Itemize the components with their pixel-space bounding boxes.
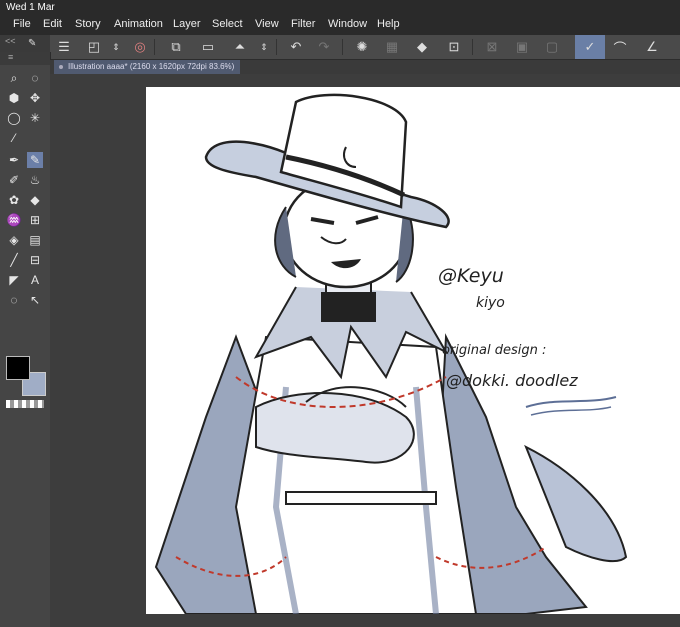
grid-icon[interactable]: ▦ [382,37,402,57]
transparent-color-swatch[interactable] [6,400,44,408]
stepper-icon[interactable]: ⇕ [106,37,126,57]
document-tab[interactable]: Illustration aaaa* (2160 x 1620px 72dpi … [54,60,241,74]
move-icon[interactable]: ✥ [27,90,43,106]
airbrush-icon[interactable]: ♨ [27,172,43,188]
document-tab-bar: Illustration aaaa* (2160 x 1620px 72dpi … [50,60,680,74]
mesh-icon[interactable]: ⊞ [27,212,43,228]
canvas-credit-label: original design : [442,343,547,358]
document-tab-label: Illustration aaaa* (2160 x 1620px 72dpi … [68,62,235,71]
brush-icon[interactable]: ⌒ [610,37,630,57]
bucket-icon[interactable]: ◆ [412,37,432,57]
stepper-icon[interactable]: ⇕ [254,37,274,57]
sparkle-icon[interactable]: ✺ [352,37,372,57]
object-icon[interactable]: ⬢ [6,90,22,106]
redo-icon[interactable]: ↷ [314,37,334,57]
copy-icon[interactable]: ⧉ [166,37,186,57]
eraser-icon[interactable]: ◆ [27,192,43,208]
character-illustration [154,93,628,614]
ruler-box-icon[interactable]: ▣ [512,37,532,57]
spiral-icon[interactable]: ◎ [130,37,150,57]
status-bar: Wed 1 Mar [0,0,680,15]
blend-icon[interactable]: ♒ [6,212,22,228]
pen-icon[interactable]: ✎ [28,38,36,49]
brush-tool-icon[interactable]: ✐ [6,172,22,188]
menu-view[interactable]: View [255,18,279,30]
zoom-icon[interactable]: ⌕ [6,70,22,86]
folder-icon[interactable]: ▭ [198,37,218,57]
command-bar: ☰ ◰ ⇕ ◎ ⧉ ▭ ⏶ ⇕ ↶ ↷ ✺ ▦ ◆ ⊡ ⊠ ▣ ▢ ✓ ⌒ ∠ [50,35,680,60]
pencil-tool-icon[interactable]: ✎ [27,152,43,168]
lasso-icon[interactable]: ◯ [6,110,22,126]
tool-panel: ≡ ⌕ ◌ ⬢ ✥ ◯ ✳ ⁄ ✒ ✎ ✐ ♨ ✿ ◆ ♒ ⊞ ◈ ▤ ╱ ⊟ … [0,52,51,627]
main-color-swatch[interactable] [6,356,30,380]
eyedropper-icon[interactable]: ⁄ [6,130,22,146]
pen-check-icon[interactable]: ✓ [575,35,605,59]
frame-icon[interactable]: ▢ [542,37,562,57]
balloon-icon[interactable]: ◌ [6,292,22,308]
undo-icon[interactable]: ↶ [286,37,306,57]
hamburger-icon[interactable]: ≡ [8,52,13,62]
tool-panel-header: << ✎ [0,35,50,52]
transform-icon[interactable]: ⊡ [444,37,464,57]
menu-layer[interactable]: Layer [173,18,201,30]
pen-tool-icon[interactable]: ✒ [6,152,22,168]
menu-help[interactable]: Help [377,18,400,30]
frame-tool-icon[interactable]: ⊟ [27,252,43,268]
text-tool-icon[interactable]: A [27,272,43,288]
close-tab-icon[interactable] [59,65,63,69]
correct-line-icon[interactable]: ↖ [27,292,43,308]
line-tool-icon[interactable]: ╱ [6,252,22,268]
canvas-area[interactable]: @Keyu kiyo original design : @dokki. doo… [50,74,680,627]
ruler-tool-icon[interactable]: ◤ [6,272,22,288]
status-datetime: Wed 1 Mar [6,2,55,13]
menu-icon[interactable]: ☰ [54,37,74,57]
decoration-icon[interactable]: ✿ [6,192,22,208]
menu-edit[interactable]: Edit [43,18,62,30]
fill-tool-icon[interactable]: ◈ [6,232,22,248]
collapse-panel-button[interactable]: << [5,36,16,46]
canvas-paper[interactable]: @Keyu kiyo original design : @dokki. doo… [146,87,680,614]
pen-flat-icon[interactable]: ∠ [642,37,662,57]
menu-story[interactable]: Story [75,18,101,30]
menu-file[interactable]: File [13,18,31,30]
magic-wand-icon[interactable]: ✳ [27,110,43,126]
ruler-off-icon[interactable]: ⊠ [482,37,502,57]
canvas-handle-text: @Keyu [438,265,504,287]
menu-bar: File Edit Story Animation Layer Select V… [0,15,680,35]
rotate-icon[interactable]: ◌ [27,70,43,86]
fill-icon[interactable]: ⏶ [230,37,250,57]
menu-window[interactable]: Window [328,18,367,30]
menu-filter[interactable]: Filter [291,18,315,30]
tool-panel-subheader: ≡ [0,52,50,65]
gradient-icon[interactable]: ▤ [27,232,43,248]
menu-select[interactable]: Select [212,18,243,30]
canvas-name-text: kiyo [476,295,505,311]
canvas-credit-handle: @dokki. doodlez [446,371,578,390]
menu-animation[interactable]: Animation [114,18,163,30]
new-layer-icon[interactable]: ◰ [84,37,104,57]
